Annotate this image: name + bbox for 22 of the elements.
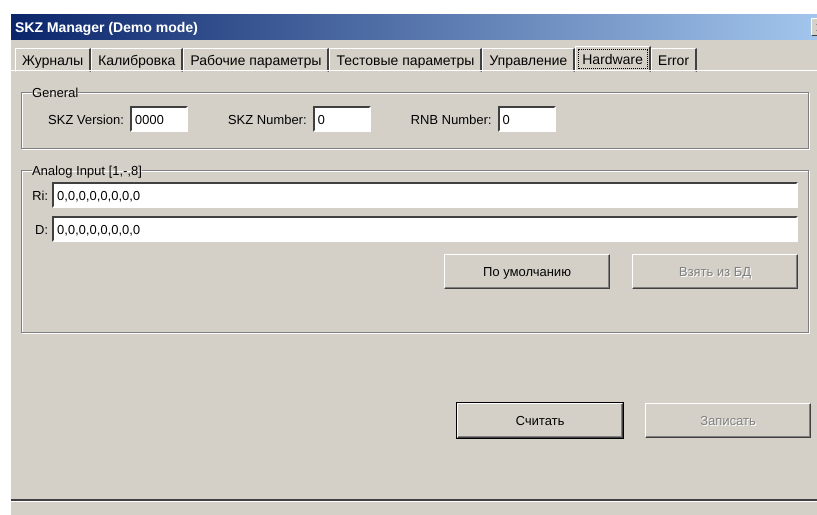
tab[interactable]: Журналы (15, 48, 92, 72)
group-title: General (32, 85, 78, 100)
input-field[interactable]: 0 (312, 106, 371, 132)
field-label: SKZ Version: (48, 112, 124, 126)
tab[interactable]: Рабочие параметры (183, 48, 330, 72)
tab[interactable]: Error (650, 48, 698, 72)
field-label: Ri: (32, 188, 48, 202)
input-field[interactable]: 0,0,0,0,0,0,0,0 (52, 182, 798, 208)
input-field[interactable]: 0 (498, 106, 556, 132)
input-field[interactable]: 0000 (130, 106, 188, 132)
tab[interactable]: Калибровка (91, 48, 184, 72)
tab[interactable]: Hardware (575, 46, 651, 72)
field-label: RNB Number: (410, 112, 492, 126)
tab[interactable]: Управление (482, 48, 576, 72)
tab[interactable]: Тестовые параметры (329, 48, 482, 72)
push-button[interactable]: Считать (457, 403, 623, 438)
field-label: D: (34, 222, 48, 236)
field-label: SKZ Number: (228, 112, 307, 126)
group-title: Analog Input [1,-,8] (32, 163, 142, 178)
window-title: SKZ Manager (Demo mode) (15, 19, 198, 35)
input-field[interactable]: 0,0,0,0,0,0,0,0 (52, 216, 798, 242)
push-button[interactable]: По умолчанию (444, 254, 610, 289)
